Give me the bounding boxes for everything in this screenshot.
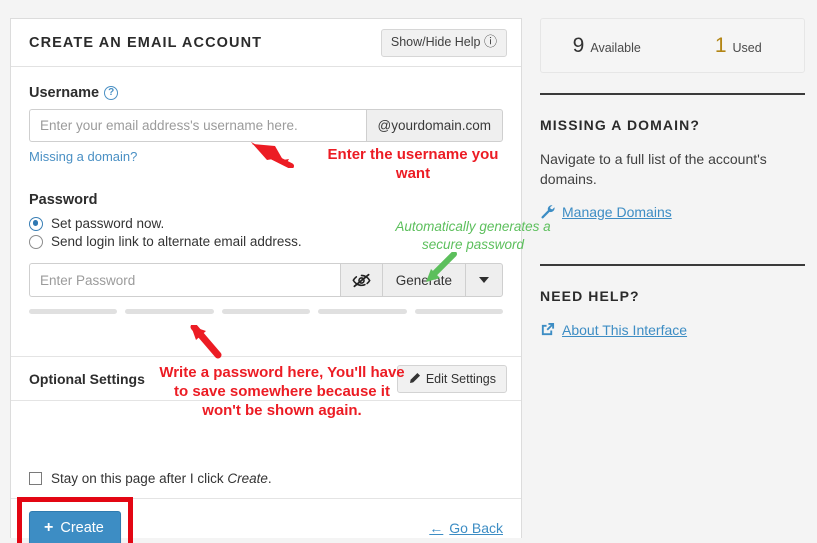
create-email-account-panel: CREATE AN EMAIL ACCOUNT Show/Hide Help ⓘ… xyxy=(10,18,522,543)
panel-body: Username ? @yourdomain.com Missing a dom… xyxy=(11,67,521,314)
plus-icon: + xyxy=(44,518,54,536)
strength-segment xyxy=(29,309,118,314)
panel-footer: + Create ← Go Back xyxy=(11,496,521,543)
stay-on-page-row[interactable]: Stay on this page after I click Create. xyxy=(11,459,521,499)
need-help-heading: NEED HELP? xyxy=(540,287,640,304)
stay-text-after: . xyxy=(267,471,272,486)
strength-segment xyxy=(318,309,407,314)
radio-set-password-now[interactable]: Set password now. xyxy=(29,216,503,231)
create-button-label: Create xyxy=(60,519,104,536)
radio-button-icon[interactable] xyxy=(29,234,43,249)
username-label-row: Username ? xyxy=(29,85,503,101)
strength-segment xyxy=(221,309,311,314)
available-count-number: 9 xyxy=(572,33,585,57)
go-back-label: Go Back xyxy=(449,520,503,536)
stay-text-before: Stay on this page after I click xyxy=(51,471,228,486)
password-strength-meter xyxy=(29,309,504,314)
stay-text-emphasis: Create xyxy=(227,471,268,486)
optional-settings-label: Optional Settings xyxy=(29,370,145,387)
about-this-interface-label: About This Interface xyxy=(562,321,688,338)
generate-password-label: Generate xyxy=(395,272,452,288)
password-input-group: Generate xyxy=(29,263,503,297)
circled-question-icon: ⓘ xyxy=(483,34,497,49)
divider xyxy=(540,263,805,266)
create-button[interactable]: + Create xyxy=(29,510,121,543)
username-label: Username xyxy=(29,85,100,101)
arrow-left-icon: ← xyxy=(429,520,444,536)
edit-settings-button[interactable]: Edit Settings xyxy=(396,364,507,393)
pencil-icon xyxy=(408,372,421,385)
manage-domains-label: Manage Domains xyxy=(562,203,672,220)
divider xyxy=(540,93,805,95)
manage-domains-link[interactable]: Manage Domains xyxy=(540,204,805,220)
missing-domain-body: Navigate to a full list of the account's… xyxy=(540,151,767,188)
account-counts: 9 Available 1 Used xyxy=(540,18,805,73)
used-count: 1 Used xyxy=(673,34,805,58)
radio-button-icon[interactable] xyxy=(29,216,43,231)
sidebar-section-need-help: NEED HELP? About This Interface xyxy=(540,288,805,338)
chevron-down-icon xyxy=(479,277,489,283)
edit-settings-label: Edit Settings xyxy=(425,371,496,386)
used-count-number: 1 xyxy=(714,33,727,57)
domain-addon: @yourdomain.com xyxy=(365,109,503,142)
optional-settings-row: Optional Settings Edit Settings xyxy=(11,356,521,401)
radio-send-login-link[interactable]: Send login link to alternate email addre… xyxy=(29,234,503,249)
available-count-label: Available xyxy=(590,40,641,55)
radio-send-login-link-label: Send login link to alternate email addre… xyxy=(51,234,302,249)
circled-question-icon[interactable]: ? xyxy=(104,86,119,100)
stay-on-page-label: Stay on this page after I click Create. xyxy=(51,471,272,486)
strength-segment xyxy=(125,309,214,314)
sidebar: 9 Available 1 Used MISSING A DOMAIN? Nav… xyxy=(540,18,805,338)
page-title: CREATE AN EMAIL ACCOUNT xyxy=(29,34,263,51)
strength-segment xyxy=(414,309,504,314)
generate-password-button[interactable]: Generate xyxy=(381,263,465,297)
missing-a-domain-link[interactable]: Missing a domain? xyxy=(29,149,137,164)
sidebar-section-missing-domain: MISSING A DOMAIN? Navigate to a full lis… xyxy=(540,117,805,220)
external-link-icon xyxy=(540,322,555,337)
wrench-icon xyxy=(540,204,555,219)
radio-set-password-now-label: Set password now. xyxy=(51,216,165,231)
available-count: 9 Available xyxy=(541,34,673,58)
used-count-label: Used xyxy=(732,40,762,55)
go-back-link[interactable]: ← Go Back xyxy=(429,520,503,536)
stay-on-page-checkbox[interactable] xyxy=(29,472,42,485)
username-input-group: @yourdomain.com xyxy=(29,109,503,142)
show-hide-help-button[interactable]: Show/Hide Help ⓘ xyxy=(380,29,507,57)
username-input[interactable] xyxy=(29,109,366,142)
password-input[interactable] xyxy=(29,263,340,297)
generate-options-dropdown[interactable] xyxy=(465,263,503,297)
eye-slash-icon[interactable] xyxy=(339,263,382,297)
panel-header: CREATE AN EMAIL ACCOUNT Show/Hide Help ⓘ xyxy=(11,19,521,67)
password-label: Password xyxy=(29,192,98,208)
about-this-interface-link[interactable]: About This Interface xyxy=(540,322,805,338)
show-hide-help-label: Show/Hide Help xyxy=(390,35,481,49)
missing-domain-heading: MISSING A DOMAIN? xyxy=(540,117,700,133)
page-root: CREATE AN EMAIL ACCOUNT Show/Hide Help ⓘ… xyxy=(0,0,817,543)
